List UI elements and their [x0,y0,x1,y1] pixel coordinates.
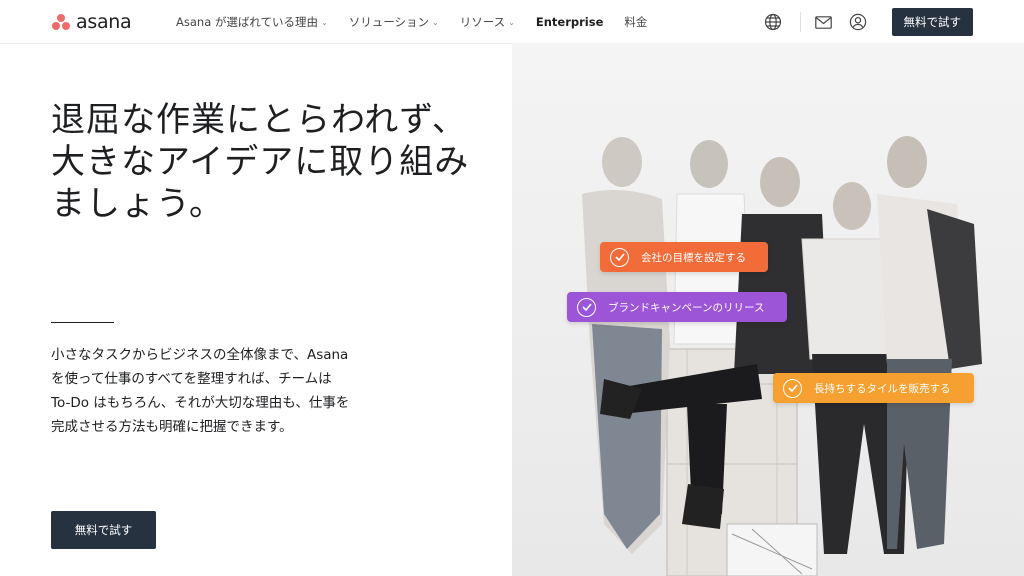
check-circle-icon [610,247,629,267]
logo-wordmark: asana [76,11,132,33]
menu-item-solutions[interactable]: ソリューション ⌄ [349,14,439,30]
user-icon[interactable] [849,13,867,31]
hero-description: 小さなタスクからビジネスの全体像まで、Asana を使って仕事のすべてを整理すれ… [51,347,350,435]
menu-label: リソース [459,15,506,29]
hero-photo: 会社の目標を設定する ブランドキャンペーンのリリース 長持ちするタイルを販売する [512,44,1024,576]
tag-label: ブランドキャンペーンのリリース [608,301,765,314]
menu-item-why-asana[interactable]: Asana が選ばれている理由 ⌄ [176,14,328,30]
hero-try-free-button[interactable]: 無料で試す [51,511,156,549]
menu-label: Asana が選ばれている理由 [176,15,319,29]
globe-icon[interactable] [764,13,782,31]
nav-divider [799,12,801,32]
logo-dots-icon [51,13,71,31]
tag-sell-durable-tiles: 長持ちするタイルを販売する [773,373,974,403]
tag-label: 会社の目標を設定する [641,251,746,264]
check-circle-icon [577,297,596,317]
hero-divider [51,322,114,323]
menu-label: ソリューション [348,15,430,29]
menu-label: Enterprise [535,15,604,29]
chevron-down-icon: ⌄ [321,17,328,27]
chevron-down-icon: ⌄ [508,17,515,27]
menu-item-resources[interactable]: リソース ⌄ [460,14,515,30]
hero-title: 退屈な作業にとらわれず、大きなアイデアに取り組みましょう。 [51,100,470,224]
tag-set-company-goals: 会社の目標を設定する [600,242,768,272]
nav-try-free-button[interactable]: 無料で試す [891,8,973,36]
menu-item-enterprise[interactable]: Enterprise [536,15,604,29]
menu-label: 料金 [624,15,648,29]
nav-actions: 無料で試す [764,0,973,44]
menu-item-pricing[interactable]: 料金 [624,14,647,30]
tag-brand-campaign-launch: ブランドキャンペーンのリリース [567,292,787,322]
mail-icon[interactable] [815,13,833,31]
check-circle-icon [783,378,802,398]
chevron-down-icon: ⌄ [432,17,439,27]
main-menu: Asana が選ばれている理由 ⌄ ソリューション ⌄ リソース ⌄ Enter… [176,0,668,44]
top-nav: asana Asana が選ばれている理由 ⌄ ソリューション ⌄ リソース ⌄… [0,0,1024,44]
asana-logo[interactable]: asana [51,11,132,33]
tag-label: 長持ちするタイルを販売する [814,382,951,395]
